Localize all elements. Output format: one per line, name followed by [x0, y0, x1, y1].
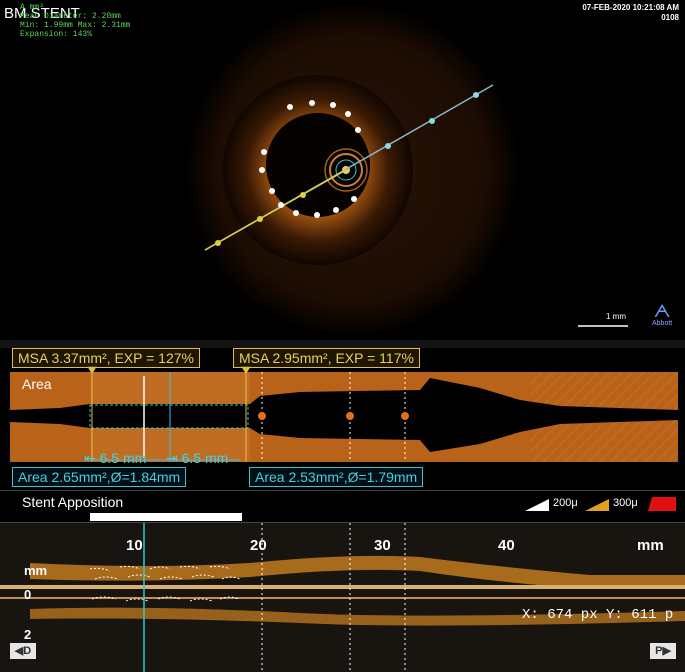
stat-area: A mm²: [20, 3, 45, 12]
proximal-nav-button[interactable]: P▶: [650, 643, 676, 659]
distal-label: D: [23, 645, 32, 657]
apposition-label: Stent Apposition: [22, 494, 124, 510]
apposition-bar: [90, 513, 242, 521]
distance-left-value: 6.5 mm: [99, 450, 147, 466]
area-label: Area: [22, 376, 52, 392]
legend-swatch-300: [585, 499, 609, 511]
axis-tick-30: 30: [374, 537, 391, 554]
y-axis-unit: mm: [24, 563, 48, 578]
msa-left-label: MSA 3.37mm², EXP = 127%: [12, 348, 200, 368]
distal-nav-button[interactable]: ◀D: [10, 643, 36, 659]
brand-logo: ᗅ Abbott: [652, 302, 672, 327]
legend-swatch-malapposition: [648, 497, 676, 511]
distance-right-value: 6.5 mm: [181, 450, 229, 466]
arrow-left-icon: ◀: [14, 645, 24, 657]
axis-tick-10: 10: [126, 537, 143, 554]
arrow-left-icon: ⇤: [84, 450, 100, 466]
longitudinal-view[interactable]: 10 20 30 40 mm mm 0 2 X: 674 px Y: 611 p…: [0, 522, 685, 672]
legend-swatch-200: [525, 499, 549, 511]
area-right-box: Area 2.53mm²,Ø=1.79mm: [249, 467, 424, 487]
y-axis-tick-2: 2: [24, 627, 32, 642]
y-axis-tick-0: 0: [24, 587, 32, 602]
stat-mean-diameter: Mean Diameter: 2.20mm: [20, 12, 121, 21]
legend-label-200: 200μ: [553, 497, 578, 509]
arrow-right-icon: ▶: [662, 645, 671, 657]
axis-tick-20: 20: [250, 537, 267, 554]
arrow-right-icon: ⇥: [166, 450, 182, 466]
logo-text: Abbott: [652, 320, 673, 327]
axis-unit-mm: mm: [637, 537, 664, 554]
cross-section-view[interactable]: BM STENT A mm² Mean Diameter: 2.20mm Min…: [0, 0, 685, 340]
distance-right: ⇥ 6.5 mm: [166, 450, 228, 467]
logo-icon: ᗅ: [653, 301, 671, 321]
distance-left: ⇤ 6.5 mm: [84, 450, 146, 467]
panel-divider: [0, 340, 685, 348]
scale-bar-label: 1 mm: [606, 312, 626, 321]
timestamp: 07-FEB-2020 10:21:08 AM: [582, 3, 679, 12]
stent-stats: A mm² Mean Diameter: 2.20mm Min: 1.99mm …: [20, 3, 130, 39]
area-panel[interactable]: MSA 3.37mm², EXP = 127% MSA 2.95mm², EXP…: [0, 348, 685, 490]
apposition-panel[interactable]: Stent Apposition 200μ 300μ: [0, 490, 685, 523]
area-left-box: Area 2.65mm²,Ø=1.84mm: [12, 467, 187, 487]
cross-section-image: [184, 2, 628, 338]
stat-expansion: Expansion: 143%: [20, 30, 93, 39]
axis-tick-40: 40: [498, 537, 515, 554]
longitudinal-image: [0, 523, 685, 672]
stat-min-max: Min: 1.99mm Max: 2.31mm: [20, 21, 131, 30]
record-id: 0108: [661, 13, 679, 22]
header-meta: 07-FEB-2020 10:21:08 AM 0108: [582, 3, 679, 23]
coordinate-readout: X: 674 px Y: 611 p: [522, 607, 674, 623]
msa-right-label: MSA 2.95mm², EXP = 117%: [233, 348, 420, 368]
legend-label-300: 300μ: [613, 497, 638, 509]
